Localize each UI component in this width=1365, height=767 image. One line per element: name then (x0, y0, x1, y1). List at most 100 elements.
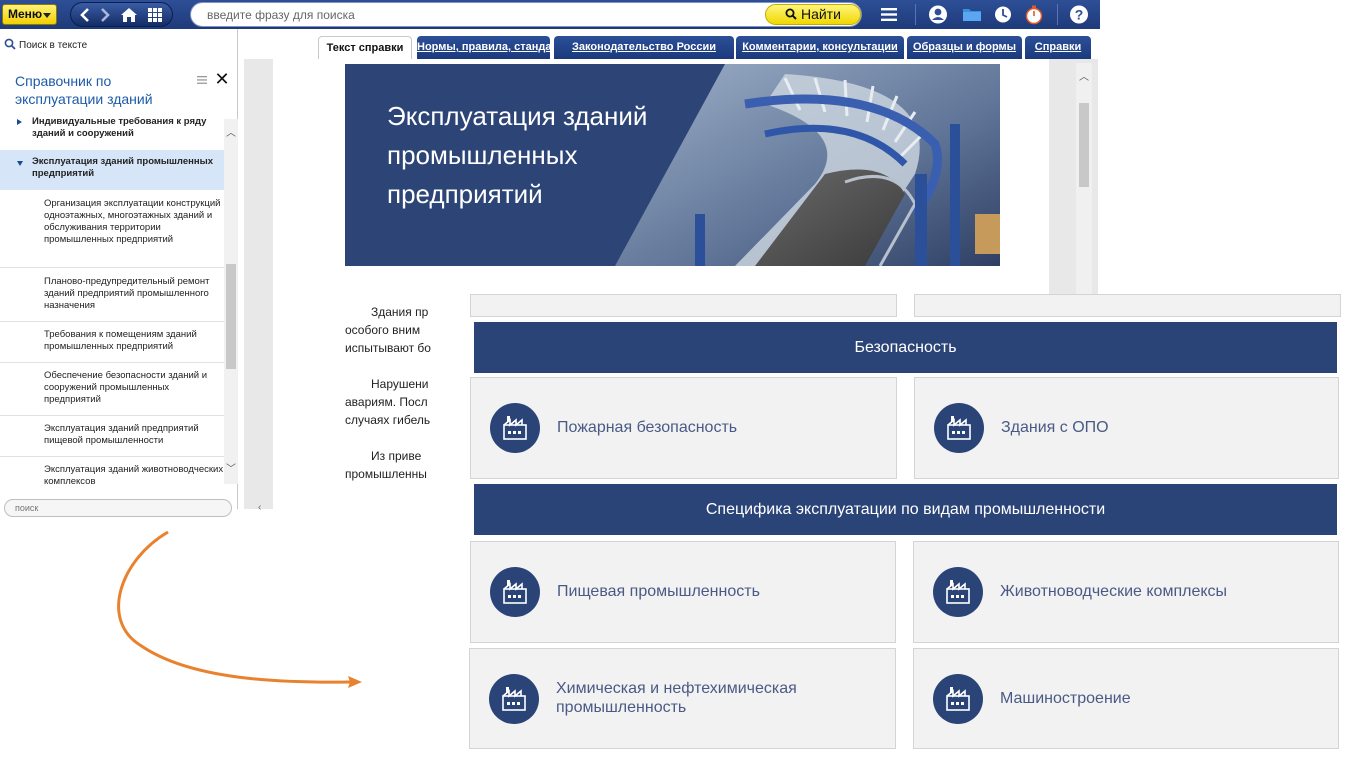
tree-item-label: Планово-предупредительный ремонт зданий … (44, 276, 210, 311)
card-label: Здания с ОПО (1001, 419, 1109, 436)
category-overlay: Безопасность Пожарная безопасность Здани… (434, 294, 1365, 767)
tab-references[interactable]: Справки (1025, 36, 1091, 59)
menu-button-label: Меню (8, 7, 43, 21)
svg-text:?: ? (1075, 7, 1084, 23)
close-icon[interactable]: ✕ (214, 70, 230, 88)
document-paragraph: Здания пр особого вним испытывают бо (345, 303, 445, 357)
panel-search-input[interactable] (15, 501, 205, 515)
factory-icon (933, 567, 983, 617)
panel-search-box (4, 499, 232, 517)
tree-item[interactable]: Планово-предупредительный ремонт зданий … (0, 276, 224, 322)
tab-reference-text[interactable]: Текст справки (318, 36, 412, 59)
paragraph-line: авариям. Посл (345, 395, 428, 409)
card-livestock-complexes[interactable]: Животноводческие комплексы (913, 541, 1339, 643)
tree-scrollbar[interactable]: ︿ ﹀ (224, 119, 238, 484)
left-navigation-panel: Поиск в тексте Справочник по эксплуатаци… (0, 29, 238, 517)
card-mechanical-engineering[interactable]: Машиностроение (913, 648, 1339, 749)
search-in-text-link[interactable]: Поиск в тексте (4, 38, 87, 51)
card-label: Пищевая промышленность (557, 583, 760, 600)
search-in-text-label: Поиск в тексте (19, 40, 88, 51)
paragraph-line: промышленны (345, 467, 427, 481)
document-banner: Эксплуатация зданий промышленных предпри… (345, 64, 1000, 266)
forward-arrow-icon[interactable] (98, 6, 112, 24)
paragraph-line: испытывают бо (345, 341, 431, 355)
scrollbar-thumb[interactable] (1079, 103, 1089, 187)
home-icon[interactable] (120, 6, 138, 24)
list-menu-icon[interactable] (196, 74, 208, 86)
card-label: Животноводческие комплексы (1000, 583, 1228, 600)
factory-icon (490, 567, 540, 617)
conveyor-photo (615, 64, 1000, 266)
magnifier-icon (785, 8, 797, 20)
card-partial (470, 294, 897, 317)
tree-item-selected[interactable]: Эксплуатация зданий промышленных предпри… (0, 150, 224, 190)
toolbar-divider (1057, 4, 1058, 25)
expand-arrow-icon (17, 119, 22, 125)
document-paragraph: Из приве промышленны (345, 447, 445, 483)
grid-icon[interactable] (147, 6, 163, 24)
toolbar-divider (915, 4, 916, 25)
screen: Меню Найти (0, 0, 1365, 767)
factory-icon (489, 674, 539, 724)
tree-item-label: Эксплуатация зданий животноводческих ком… (44, 464, 224, 487)
help-question-icon[interactable]: ? (1068, 4, 1090, 25)
card-hazardous-facilities[interactable]: Здания с ОПО (914, 377, 1339, 479)
tree-item[interactable]: Обеспечение безопасности зданий и сооруж… (0, 370, 224, 416)
find-button-label: Найти (800, 6, 841, 22)
scrollbar-thumb[interactable] (226, 264, 236, 369)
tree-item-label: Индивидуальные требования к ряду зданий … (32, 116, 207, 139)
tree-item-label: Требования к помещениям зданий промышлен… (44, 329, 197, 352)
paragraph-line: случаях гибель (345, 413, 431, 427)
paragraph-line: особого вним (345, 323, 421, 337)
tab-norms-standards[interactable]: Нормы, правила, стандарты (417, 36, 573, 59)
magnifier-icon (4, 38, 16, 50)
section-header-safety: Безопасность (474, 322, 1337, 373)
tab-comments-consultations[interactable]: Комментарии, консультации (736, 36, 904, 59)
tab-samples-forms[interactable]: Образцы и формы (907, 36, 1022, 59)
hamburger-menu-icon[interactable] (878, 4, 900, 25)
panel-title: Справочник по эксплуатации зданий (15, 73, 153, 107)
tree-item[interactable]: Эксплуатация зданий предприятий пищевой … (0, 423, 224, 457)
tree-item[interactable]: Требования к помещениям зданий промышлен… (0, 329, 224, 363)
tree-item-label: Эксплуатация зданий промышленных предпри… (32, 156, 213, 179)
user-profile-icon[interactable] (927, 4, 949, 25)
section-header-industry: Специфика эксплуатации по видам промышле… (474, 484, 1337, 535)
scroll-left-icon[interactable]: ‹ (258, 502, 266, 513)
back-arrow-icon[interactable] (78, 6, 92, 24)
card-food-industry[interactable]: Пищевая промышленность (470, 541, 896, 643)
card-label: Машиностроение (1000, 690, 1131, 707)
tree-item-label: Обеспечение безопасности зданий и сооруж… (44, 370, 208, 405)
stopwatch-icon[interactable] (1023, 4, 1045, 25)
find-button[interactable]: Найти (765, 4, 861, 25)
scroll-up-icon[interactable]: ︿ (226, 129, 236, 139)
folder-icon[interactable] (961, 4, 983, 25)
tree-item-label: Эксплуатация зданий предприятий пищевой … (44, 423, 199, 446)
document-paragraph: Нарушени авариям. Посл случаях гибель (345, 375, 445, 429)
tree-item[interactable]: Организация эксплуатации конструкций одн… (0, 198, 224, 268)
factory-icon (934, 403, 984, 453)
navigation-group (70, 2, 173, 27)
menu-button[interactable]: Меню (2, 4, 57, 25)
scroll-up-icon[interactable]: ︿ (1079, 73, 1089, 83)
search-input[interactable] (207, 7, 747, 23)
tree-item[interactable]: Индивидуальные требования к ряду зданий … (0, 115, 224, 145)
top-toolbar: Меню Найти (0, 0, 1100, 29)
tab-russian-legislation[interactable]: Законодательство России (554, 36, 734, 59)
paragraph-line: Здания пр (371, 305, 429, 319)
card-chemical-industry[interactable]: Химическая и нефтехимическая промышленно… (469, 648, 896, 749)
tree-item[interactable]: Эксплуатация зданий животноводческих ком… (0, 464, 224, 489)
search-box: Найти (190, 2, 862, 27)
card-fire-safety[interactable]: Пожарная безопасность (470, 377, 897, 479)
history-clock-icon[interactable] (992, 4, 1014, 25)
card-partial (914, 294, 1341, 317)
scroll-down-icon[interactable]: ﹀ (226, 465, 236, 475)
navigation-tree: Индивидуальные требования к ряду зданий … (0, 115, 224, 489)
factory-icon (490, 403, 540, 453)
caret-down-icon (43, 13, 51, 18)
card-label: Пожарная безопасность (557, 419, 738, 436)
paragraph-line: Из приве (371, 449, 422, 463)
paragraph-line: Нарушени (371, 377, 429, 391)
card-label: Химическая и нефтехимическая промышленно… (556, 680, 797, 716)
orange-curved-arrow (117, 530, 362, 688)
collapse-arrow-icon (17, 161, 23, 166)
